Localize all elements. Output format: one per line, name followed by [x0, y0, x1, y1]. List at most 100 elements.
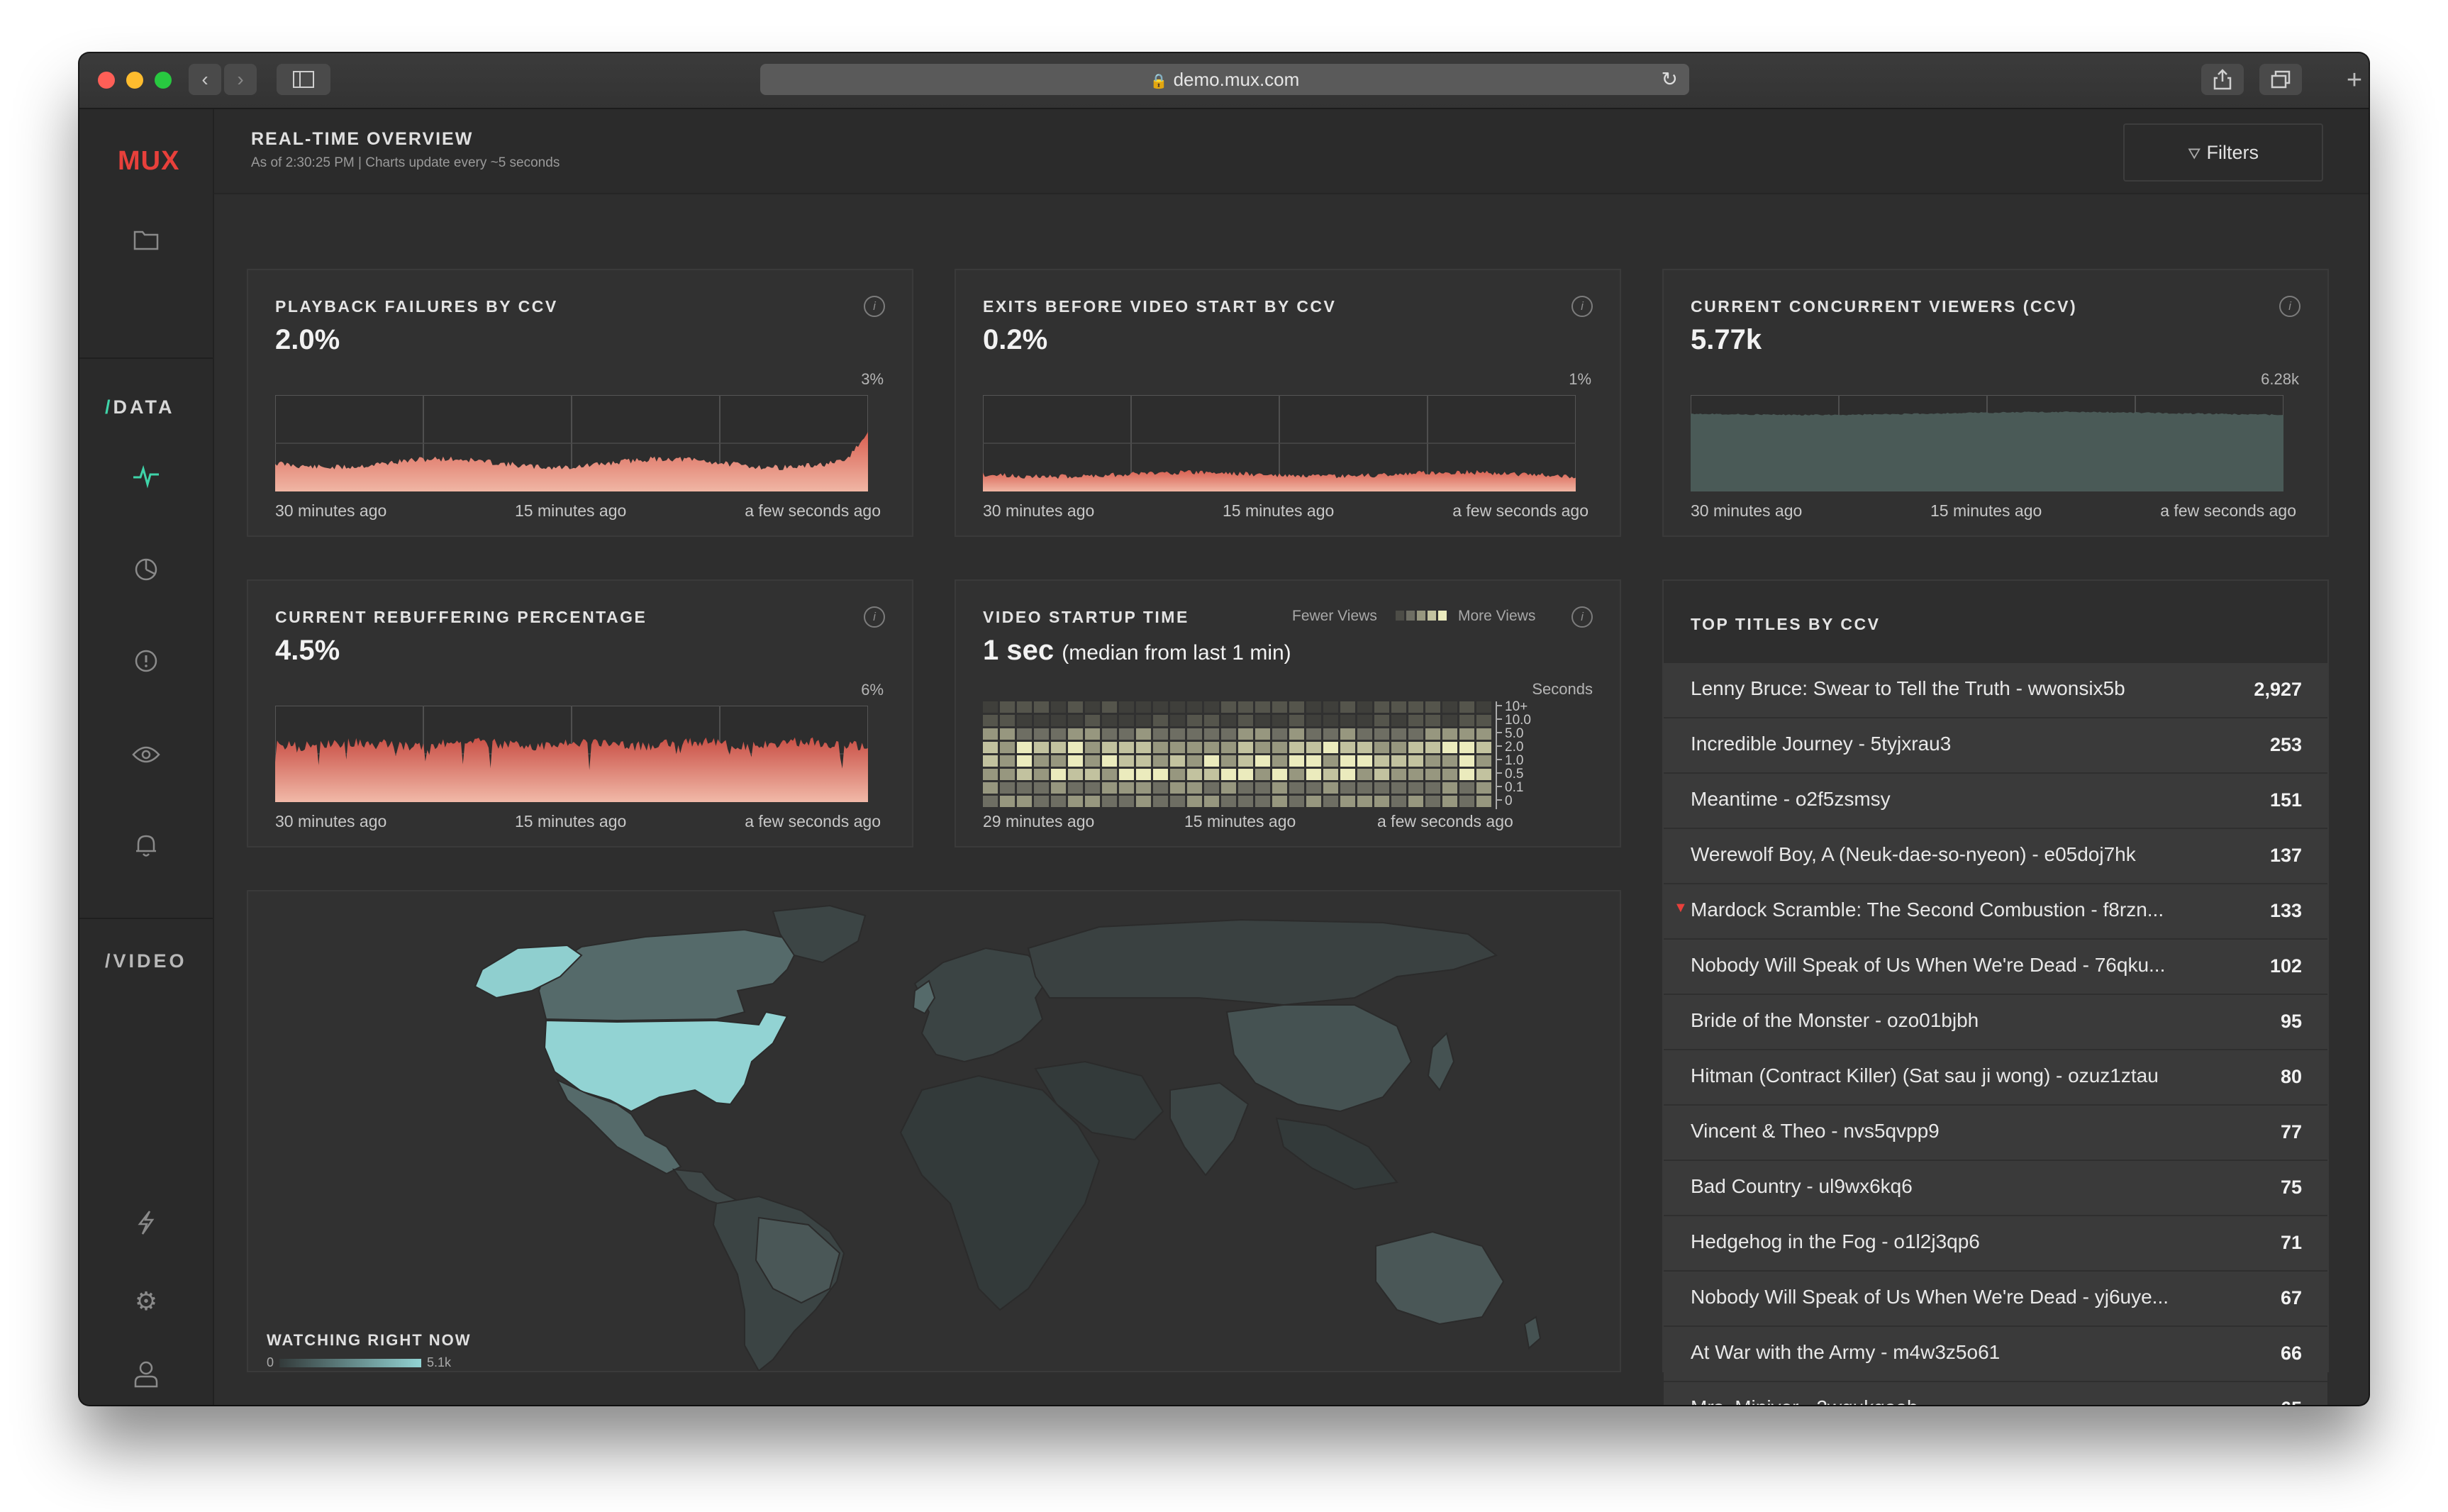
heatmap-cell [1170, 755, 1185, 767]
alert-icon[interactable] [129, 648, 163, 682]
info-icon[interactable]: i [2279, 296, 2300, 317]
video-title: Bride of the Monster - ozo01bjbh [1691, 1009, 1979, 1031]
heatmap-cell [1255, 796, 1270, 807]
map-india[interactable] [1169, 1082, 1250, 1177]
map-new-zealand[interactable] [1523, 1316, 1542, 1350]
gear-icon[interactable]: ⚙ [129, 1284, 163, 1318]
info-icon[interactable]: i [1571, 606, 1593, 628]
filters-button[interactable]: ⛛ Filters [2123, 123, 2323, 182]
heatmap-cell [1476, 769, 1491, 780]
heatmap-cell [1323, 782, 1338, 794]
list-item[interactable]: Bride of the Monster - ozo01bjbh 95 [1664, 995, 2327, 1050]
heatmap-cell [1204, 701, 1219, 713]
data-section-label[interactable]: /DATA [105, 396, 175, 418]
back-button[interactable]: ‹ [189, 64, 221, 95]
share-button[interactable] [2201, 64, 2244, 95]
heatmap-cell [1000, 728, 1015, 740]
zoom-window-button[interactable] [155, 72, 172, 89]
bolt-icon[interactable] [129, 1210, 163, 1244]
map-russia[interactable] [1027, 918, 1498, 1006]
card-title: VIDEO STARTUP TIME [983, 608, 1189, 626]
sidebar-toggle-button[interactable] [277, 64, 330, 95]
map-japan[interactable] [1427, 1032, 1455, 1091]
legend-swatch [1406, 611, 1415, 621]
map-australia[interactable] [1375, 1230, 1505, 1325]
heatmap-cell [1085, 782, 1100, 794]
map-southeast-asia[interactable] [1275, 1117, 1398, 1191]
list-item[interactable]: Hedgehog in the Fog - o1l2j3qp6 71 [1664, 1216, 2327, 1272]
list-item[interactable]: Nobody Will Speak of Us When We're Dead … [1664, 940, 2327, 995]
startup-value: 1 sec [983, 635, 1055, 666]
heatmap-cell [1153, 742, 1168, 753]
heatmap-cell [1357, 796, 1372, 807]
user-icon[interactable] [129, 1360, 163, 1394]
heatmap-cell [1068, 769, 1083, 780]
lock-icon: 🔒 [1150, 74, 1168, 89]
list-item[interactable]: Nobody Will Speak of Us When We're Dead … [1664, 1272, 2327, 1327]
list-item[interactable]: Meantime - o2f5zsmsy 151 [1664, 774, 2327, 829]
heatmap-cell [1204, 782, 1219, 794]
address-bar[interactable]: 🔒 demo.mux.com ↻ [760, 64, 1689, 95]
heatmap-cell [1459, 796, 1474, 807]
list-item[interactable]: Werewolf Boy, A (Neuk-dae-so-nyeon) - e0… [1664, 829, 2327, 884]
filter-icon: ⛛ [2188, 145, 2201, 162]
heatmap-cell [1068, 782, 1083, 794]
forward-button[interactable]: › [224, 64, 257, 95]
heatmap-cell [1221, 701, 1236, 713]
info-icon[interactable]: i [864, 296, 885, 317]
heatmap-cell [1306, 769, 1321, 780]
heatmap-cell [1119, 782, 1134, 794]
pie-chart-icon[interactable] [129, 556, 163, 590]
heatmap-cell [1272, 782, 1287, 794]
list-item[interactable]: Incredible Journey - 5tyjxrau3 253 [1664, 718, 2327, 774]
heatmap-cell [1051, 796, 1066, 807]
info-icon[interactable]: i [1571, 296, 1593, 317]
list-item[interactable]: Vincent & Theo - nvs5qvpp9 77 [1664, 1106, 2327, 1161]
heatmap-cell [1459, 701, 1474, 713]
list-item[interactable]: At War with the Army - m4w3z5o61 66 [1664, 1327, 2327, 1382]
map-canada[interactable] [538, 928, 803, 1022]
new-tab-button[interactable]: + [2340, 66, 2369, 94]
list-item[interactable]: Mrs. Miniver - 2wqukgaab 65 [1664, 1382, 2327, 1405]
heatmap-cell [1000, 782, 1015, 794]
map-china[interactable] [1225, 1004, 1413, 1113]
tabs-button[interactable] [2259, 64, 2302, 95]
concurrent-viewers-card: CURRENT CONCURRENT VIEWERS (CCV) 5.77k i… [1662, 269, 2329, 537]
folder-icon[interactable] [129, 226, 163, 260]
world-map[interactable] [248, 891, 1620, 1371]
video-section-label[interactable]: /VIDEO [105, 950, 187, 972]
minimize-window-button[interactable] [126, 72, 143, 89]
close-window-button[interactable] [98, 72, 115, 89]
heatmap-cell [1102, 796, 1117, 807]
heatmap-cell [1408, 715, 1423, 726]
heatmap-cell [1459, 782, 1474, 794]
map-europe[interactable] [913, 947, 1051, 1063]
list-item[interactable]: ▼ Mardock Scramble: The Second Combustion… [1664, 884, 2327, 940]
list-item[interactable]: Bad Country - ul9wx6kq6 75 [1664, 1161, 2327, 1216]
heatmap-cell [1170, 769, 1185, 780]
eye-icon[interactable] [129, 740, 163, 774]
list-item[interactable]: Lenny Bruce: Swear to Tell the Truth - w… [1664, 663, 2327, 718]
list-item[interactable]: Hitman (Contract Killer) (Sat sau ji won… [1664, 1050, 2327, 1106]
heatmap-cell [1408, 755, 1423, 767]
map-legend-scale: 0 5.1k [267, 1355, 472, 1370]
heatmap-cell [1459, 715, 1474, 726]
heatmap-cell [1051, 769, 1066, 780]
pulse-icon[interactable] [129, 463, 163, 497]
heatmap-cell [1187, 782, 1202, 794]
heatmap-cell [1340, 742, 1355, 753]
reload-icon[interactable]: ↻ [1662, 64, 1678, 95]
heatmap-cell [1374, 796, 1389, 807]
heatmap-cell [1459, 728, 1474, 740]
info-icon[interactable]: i [864, 606, 885, 628]
viewer-count: 80 [2280, 1066, 2302, 1087]
heatmap-cell [1391, 742, 1406, 753]
heatmap-cell [1204, 796, 1219, 807]
heatmap-cell [1289, 769, 1304, 780]
legend-fewer-label: Fewer Views [1292, 608, 1377, 624]
heatmap-cell [1119, 796, 1134, 807]
heatmap-cell [1017, 755, 1032, 767]
mux-logo[interactable]: MUX [118, 146, 179, 177]
viewer-count: 253 [2269, 734, 2302, 755]
bell-icon[interactable] [129, 833, 163, 867]
